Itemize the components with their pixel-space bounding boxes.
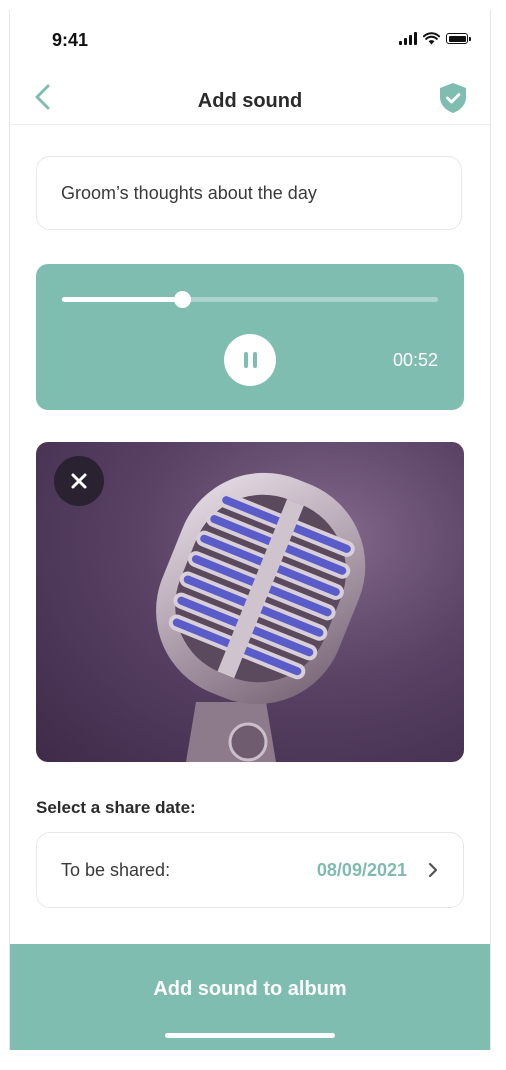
nav-bar: Add sound (10, 70, 490, 125)
phone-screen: 9:41 Add sound Groom’s thoughts about th… (9, 10, 491, 1050)
wifi-icon (423, 32, 440, 45)
shield-check-icon[interactable] (438, 82, 468, 114)
pause-button[interactable] (224, 334, 276, 386)
progress-thumb[interactable] (174, 291, 192, 308)
close-icon (71, 473, 87, 489)
battery-icon (446, 33, 471, 44)
progress-fill (62, 297, 183, 302)
sound-title-input[interactable]: Groom’s thoughts about the day (36, 156, 462, 230)
share-date-row[interactable]: To be shared: 08/09/2021 (36, 832, 464, 908)
progress-track[interactable] (62, 291, 438, 308)
sound-cover-image (36, 442, 464, 762)
chevron-right-icon (428, 862, 438, 878)
status-time: 9:41 (52, 30, 89, 50)
share-date-heading: Select a share date: (36, 798, 196, 817)
add-sound-button-label: Add sound to album (153, 978, 347, 1000)
audio-player: 00:52 (36, 264, 464, 410)
remove-image-button[interactable] (54, 456, 104, 506)
share-date-label: To be shared: (61, 859, 171, 880)
sound-title-value: Groom’s thoughts about the day (61, 182, 317, 203)
elapsed-time: 00:52 (392, 350, 438, 370)
status-icons (399, 32, 471, 45)
page-title: Add sound (197, 90, 303, 112)
cellular-signal-icon (399, 32, 417, 45)
pause-icon (243, 352, 248, 368)
home-indicator (165, 1033, 335, 1038)
share-date-value: 08/09/2021 (316, 859, 407, 880)
